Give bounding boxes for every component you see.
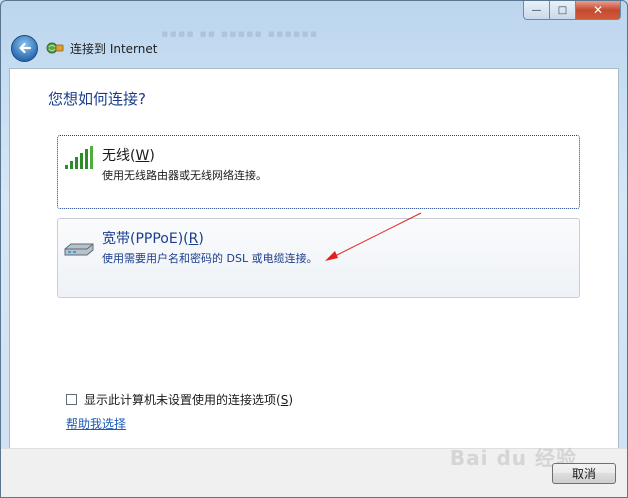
dialog-footer: Bai du 经验 取消 — [1, 446, 627, 497]
option-broadband-title: 宽带(PPPoE)(R) — [102, 231, 204, 247]
page-heading: 您想如何连接? — [48, 90, 146, 108]
back-arrow-icon — [18, 42, 31, 54]
option-wireless-title: 无线(W) — [102, 148, 155, 164]
option-broadband-pppoe[interactable]: 宽带(PPPoE)(R) 使用需要用户名和密码的 DSL 或电缆连接。 — [57, 218, 580, 298]
option-wireless-description: 使用无线路由器或无线网络连接。 — [102, 169, 267, 182]
show-unconfigured-options-checkbox[interactable] — [66, 394, 77, 405]
dialog-window: ▪▪▪▪ ▪▪ ▪▪▪▪▪ ▪▪▪▪▪▪ — □ ✕ 连接到 Internet … — [0, 0, 628, 498]
option-broadband-description: 使用需要用户名和密码的 DSL 或电缆连接。 — [102, 252, 318, 265]
navigation-bar: 连接到 Internet — [9, 31, 619, 65]
window-title: 连接到 Internet — [70, 41, 158, 56]
maximize-button[interactable]: □ — [550, 1, 576, 20]
minimize-button[interactable]: — — [523, 1, 550, 20]
checkbox-label: 显示此计算机未设置使用的连接选项(S) — [84, 393, 294, 407]
back-button[interactable] — [11, 34, 38, 62]
show-unconfigured-options-row[interactable]: 显示此计算机未设置使用的连接选项(S) — [66, 391, 293, 408]
dialog-content: 您想如何连接? 无线(W) 使用无线路由器或无线网络连接。 宽带(PPPoE)(… — [9, 68, 619, 497]
cancel-button[interactable]: 取消 — [552, 463, 616, 484]
network-globe-icon — [46, 42, 64, 54]
broadband-modem-icon — [64, 243, 94, 256]
help-me-choose-link[interactable]: 帮助我选择 — [66, 415, 126, 432]
wireless-signal-icon — [65, 146, 93, 169]
option-wireless[interactable]: 无线(W) 使用无线路由器或无线网络连接。 — [57, 135, 580, 209]
caption-buttons: — □ ✕ — [523, 1, 621, 20]
close-button[interactable]: ✕ — [576, 1, 621, 20]
